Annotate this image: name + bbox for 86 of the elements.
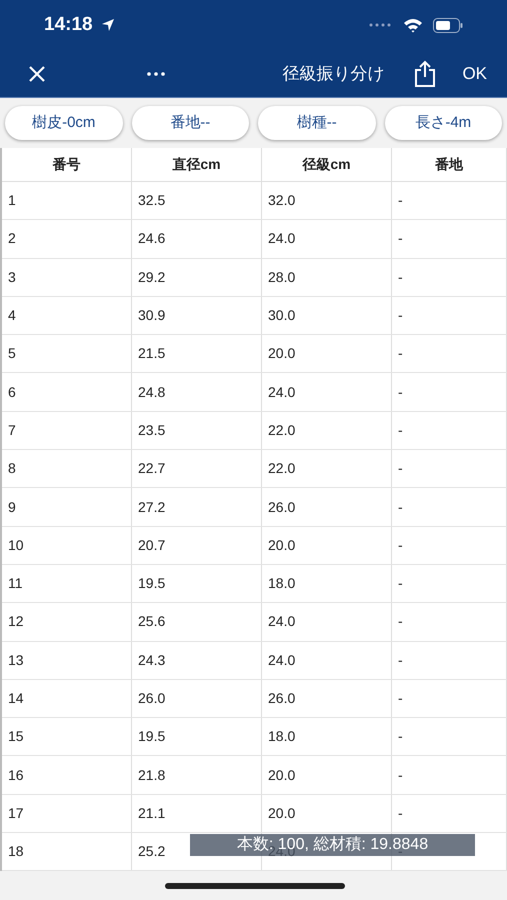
table-cell: 20.0	[262, 794, 392, 832]
table-cell: -	[392, 794, 507, 832]
filter-chip[interactable]: 長さ-4m	[384, 106, 502, 140]
table-cell: 2	[2, 220, 132, 258]
table-cell: 26.0	[262, 488, 392, 526]
table-cell: -	[392, 373, 507, 411]
table-cell: 27.2	[132, 488, 262, 526]
table-cell: 24.0	[262, 373, 392, 411]
table-cell: 26.0	[262, 680, 392, 718]
column-header: 番号	[2, 148, 132, 181]
table-cell: -	[392, 412, 507, 450]
table-cell: 24.0	[262, 603, 392, 641]
table-cell: -	[392, 182, 507, 220]
nav-title: 径級振り分け	[282, 62, 384, 85]
table-cell: 18	[2, 833, 132, 870]
table-cell: -	[392, 642, 507, 679]
ok-button[interactable]: OK	[462, 60, 487, 86]
table-cell: 30.9	[132, 296, 262, 334]
table-cell: 22.0	[262, 412, 392, 450]
table-cell: 17	[2, 794, 132, 832]
table-cell: -	[392, 488, 507, 526]
table-cell: 3	[2, 258, 132, 296]
table-cell: 14	[2, 680, 132, 718]
table-cell: 20.0	[262, 335, 392, 372]
more-icon	[147, 72, 165, 76]
column-header: 直径cm	[132, 148, 262, 181]
table-cell: -	[392, 526, 507, 564]
table-cell: 9	[2, 488, 132, 526]
table-cell: -	[392, 680, 507, 718]
table-cell: 24.6	[132, 220, 262, 258]
wifi-icon	[403, 18, 423, 32]
table-cell: 22.7	[132, 450, 262, 488]
table-cell: -	[392, 756, 507, 794]
table-cell: 12	[2, 603, 132, 641]
table-cell: 18.0	[262, 564, 392, 602]
table-cell: -	[392, 220, 507, 258]
table-cell: 30.0	[262, 296, 392, 334]
battery-icon	[433, 18, 463, 32]
table-cell: -	[392, 603, 507, 641]
share-icon	[413, 60, 438, 88]
table-cell: 21.1	[132, 794, 262, 832]
table-cell: 6	[2, 373, 132, 411]
table-cell: 24.8	[132, 373, 262, 411]
table-cell: 21.8	[132, 756, 262, 794]
table-cell: 11	[2, 564, 132, 602]
table-cell: 24.3	[132, 642, 262, 679]
table-cell: 7	[2, 412, 132, 450]
table-cell: 15	[2, 718, 132, 756]
table-cell: 32.0	[262, 182, 392, 220]
table-cell: 23.5	[132, 412, 262, 450]
table-cell: 25.6	[132, 603, 262, 641]
table-cell: 10	[2, 526, 132, 564]
status-time: 14:18	[44, 12, 93, 37]
table-cell: -	[392, 564, 507, 602]
filter-chip[interactable]: 樹皮-0cm	[5, 106, 122, 140]
table-cell: -	[392, 450, 507, 488]
table-cell: 13	[2, 642, 132, 679]
close-icon	[28, 64, 46, 82]
table-cell: 21.5	[132, 335, 262, 372]
table-cell: 16	[2, 756, 132, 794]
table-cell: -	[392, 258, 507, 296]
table-cell: 22.0	[262, 450, 392, 488]
table-cell: 18.0	[262, 718, 392, 756]
table-cell: 20.0	[262, 526, 392, 564]
filter-chip[interactable]: 樹種--	[258, 106, 376, 140]
table-cell: 19.5	[132, 564, 262, 602]
table-cell: 1	[2, 182, 132, 220]
table-cell: 32.5	[132, 182, 262, 220]
table-cell: 24.0	[262, 220, 392, 258]
table-cell: 28.0	[262, 258, 392, 296]
column-header: 径級cm	[262, 148, 392, 181]
table-cell: -	[392, 718, 507, 756]
table-cell: 20.7	[132, 526, 262, 564]
table-cell: 20.0	[262, 756, 392, 794]
table-cell: -	[392, 296, 507, 334]
column-header: 番地	[392, 148, 507, 181]
table-cell: 29.2	[132, 258, 262, 296]
table-cell: 5	[2, 335, 132, 372]
table-cell: 26.0	[132, 680, 262, 718]
table-cell: 8	[2, 450, 132, 488]
table-cell: 24.0	[262, 642, 392, 679]
location-arrow-icon	[100, 18, 115, 32]
filter-chip[interactable]: 番地--	[132, 106, 249, 140]
table-cell: -	[392, 335, 507, 372]
table-cell: 19.5	[132, 718, 262, 756]
table-cell: 4	[2, 296, 132, 334]
